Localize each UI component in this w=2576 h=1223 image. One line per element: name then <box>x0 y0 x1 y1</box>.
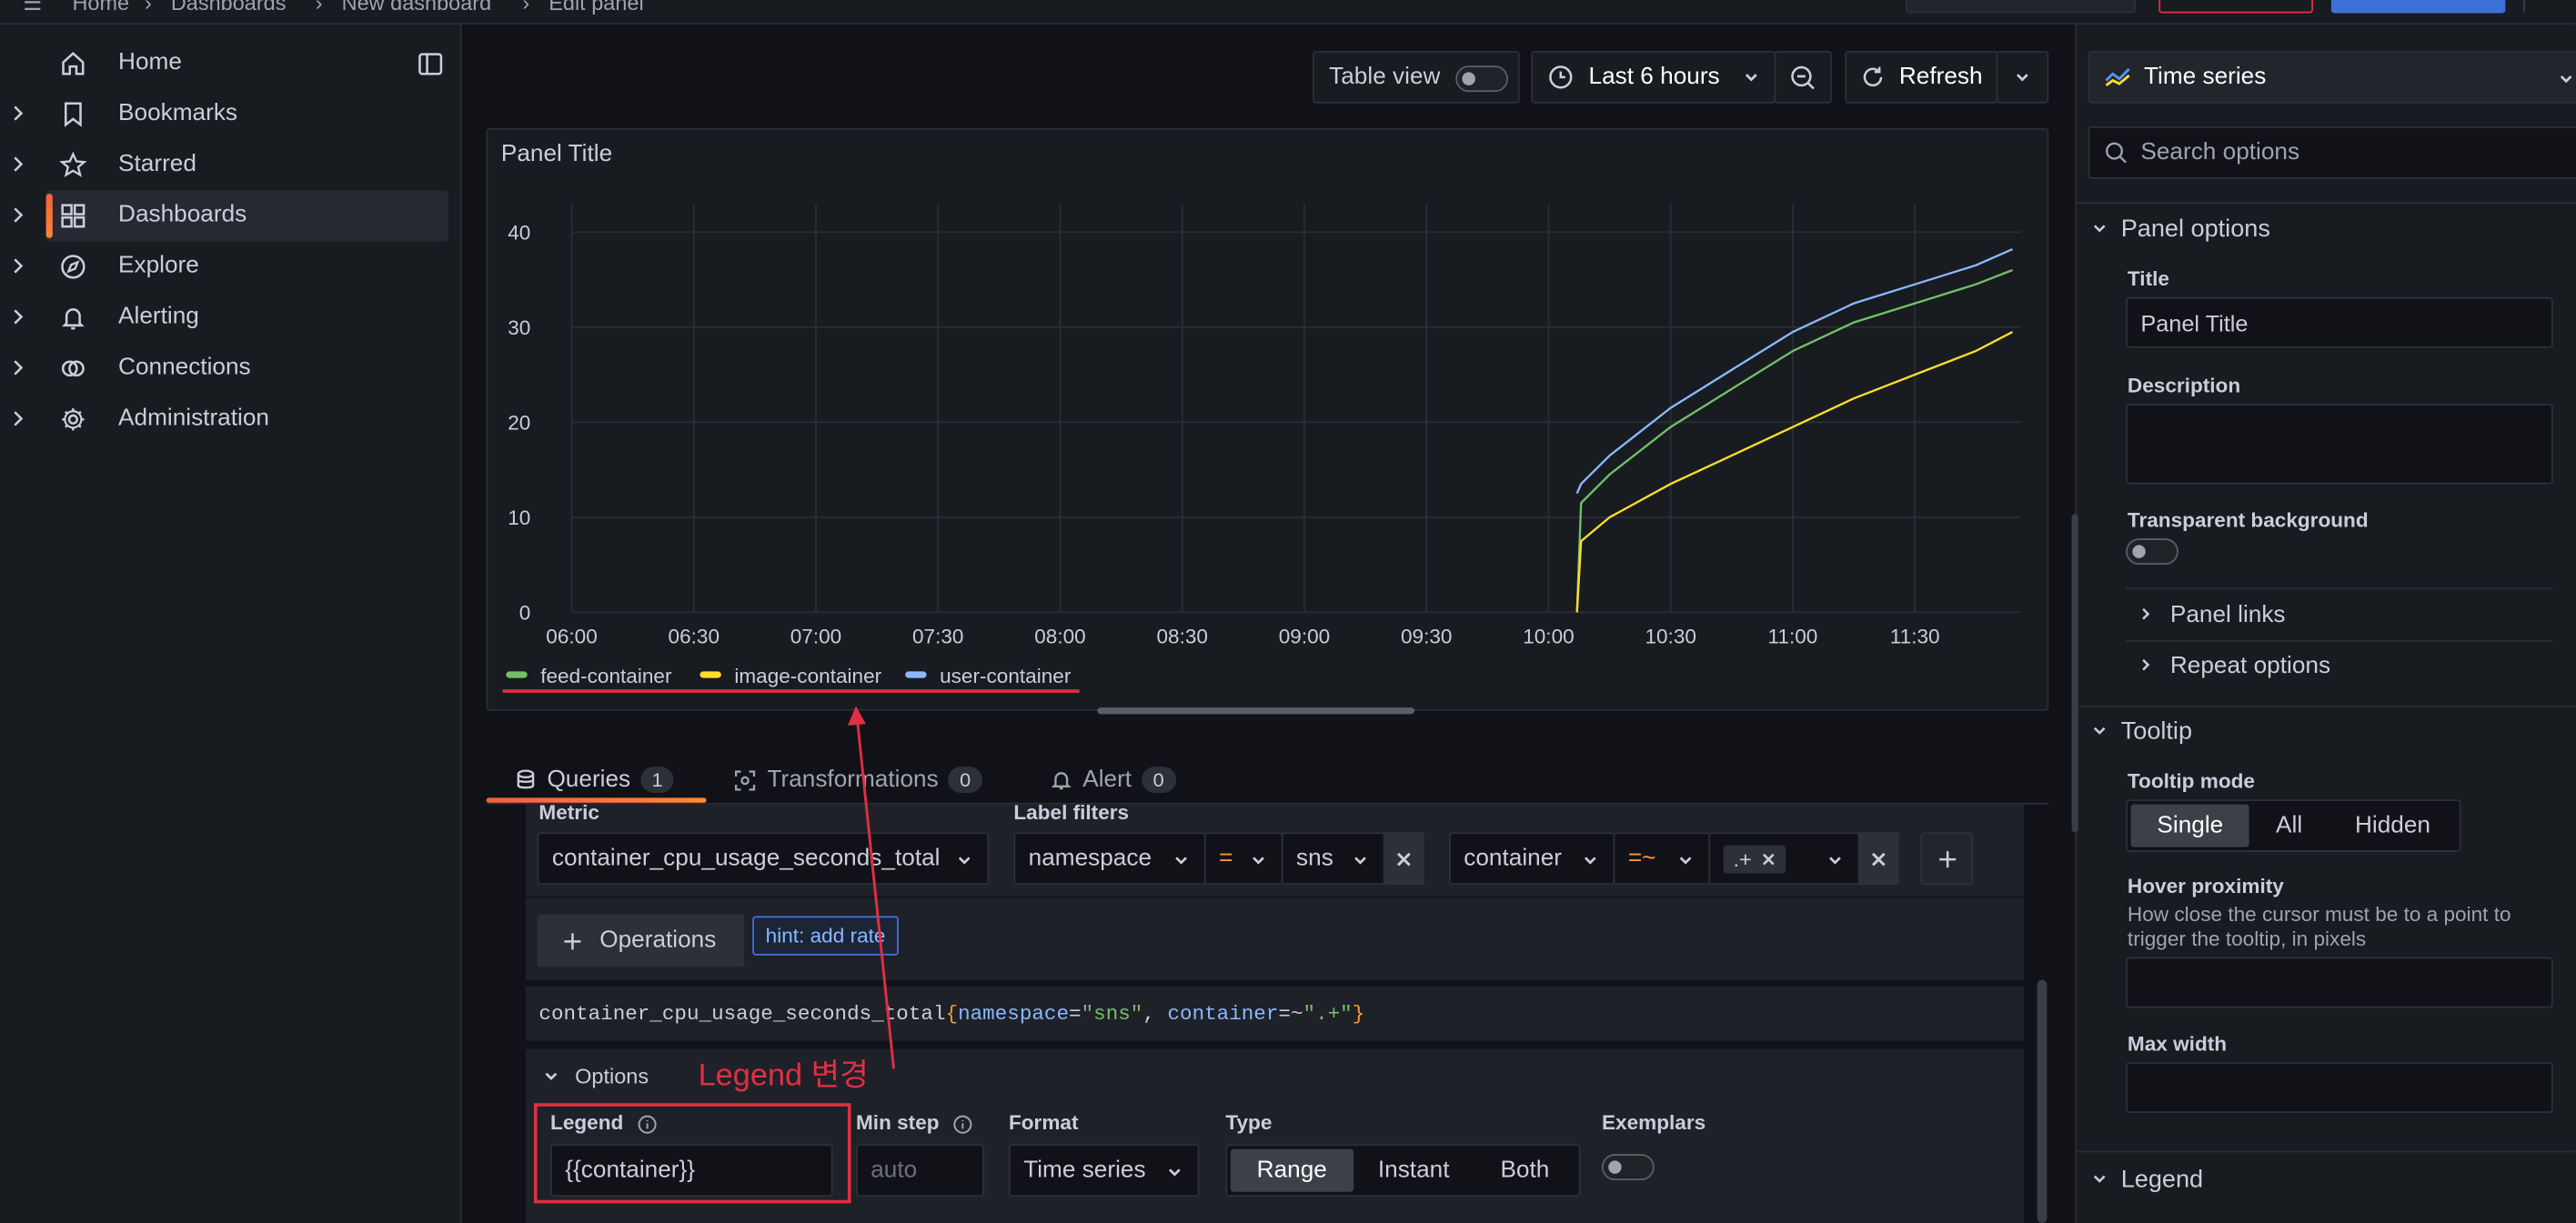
chevron-down-icon <box>2091 1166 2108 1194</box>
hover-proximity-label: Hover proximity <box>2127 875 2284 898</box>
tooltip-mode-single[interactable]: Single <box>2130 804 2250 847</box>
chevron-right-icon <box>2138 603 2154 629</box>
tooltip-mode-all[interactable]: All <box>2249 805 2329 847</box>
tooltip-mode-label: Tooltip mode <box>2127 769 2255 793</box>
chevron-right-icon <box>2138 654 2154 680</box>
chevron-down-icon <box>2091 717 2108 746</box>
chevron-down-icon <box>2091 216 2108 244</box>
tooltip-section[interactable]: Tooltip <box>2091 717 2192 746</box>
transparent-background-label: Transparent background <box>2127 508 2369 532</box>
hover-proximity-description: How close the cursor must be to a point … <box>2127 902 2511 927</box>
time-series-icon <box>2105 65 2131 88</box>
chevron-down-icon <box>2556 69 2576 89</box>
legend-section[interactable]: Legend <box>2091 1166 2203 1194</box>
panel-title-input[interactable]: Panel Title <box>2126 296 2553 348</box>
description-label: Description <box>2127 374 2241 397</box>
repeat-options-section[interactable]: Repeat options <box>2138 654 2330 680</box>
search-options-input[interactable]: Search options <box>2088 126 2576 179</box>
visualization-picker[interactable]: Time series <box>2088 50 2576 104</box>
panel-options-section[interactable]: Panel options <box>2091 216 2270 244</box>
panel-links-section[interactable]: Panel links <box>2138 603 2286 629</box>
search-icon <box>2105 141 2128 164</box>
max-width-label: Max width <box>2127 1032 2228 1056</box>
title-label: Title <box>2127 267 2169 291</box>
hover-proximity-input[interactable] <box>2126 957 2553 1008</box>
hover-proximity-description-2: trigger the tooltip, in pixels <box>2127 927 2367 951</box>
transparent-background-switch[interactable] <box>2126 538 2179 566</box>
max-width-input[interactable] <box>2126 1062 2553 1114</box>
tooltip-mode-hidden[interactable]: Hidden <box>2329 805 2457 847</box>
panel-description-textarea[interactable] <box>2126 404 2553 485</box>
tooltip-mode-radio-group: Single All Hidden <box>2126 799 2462 852</box>
editor-split-handle[interactable] <box>2071 514 2078 833</box>
